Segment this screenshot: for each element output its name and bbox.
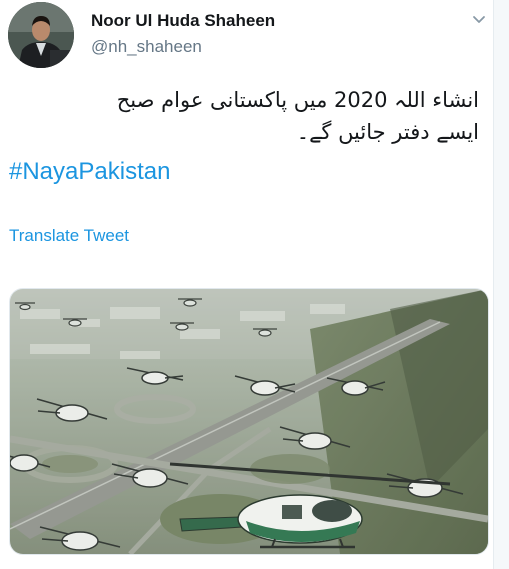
- tweet-text: انشاء اللہ 2020 میں پاکستانی عوام صبح ای…: [9, 84, 479, 148]
- hashtag-link[interactable]: #NayaPakistan: [9, 158, 170, 186]
- aerial-helicopters-image: [10, 289, 488, 554]
- tweet-text-line-1: انشاء اللہ 2020 میں پاکستانی عوام صبح: [116, 88, 479, 112]
- tweet-card[interactable]: Noor Ul Huda Shaheen @nh_shaheen انشاء ا…: [0, 0, 494, 569]
- chevron-down-icon[interactable]: [471, 12, 487, 26]
- author-avatar[interactable]: [8, 2, 74, 68]
- author-handle[interactable]: @nh_shaheen: [91, 37, 202, 57]
- tweet-photo[interactable]: [9, 288, 489, 555]
- author-name[interactable]: Noor Ul Huda Shaheen: [91, 11, 275, 31]
- tweet-text-line-2: ایسے دفتر جائیں گے۔: [296, 120, 479, 144]
- translate-tweet-link[interactable]: Translate Tweet: [9, 226, 129, 246]
- right-gutter: [494, 0, 509, 569]
